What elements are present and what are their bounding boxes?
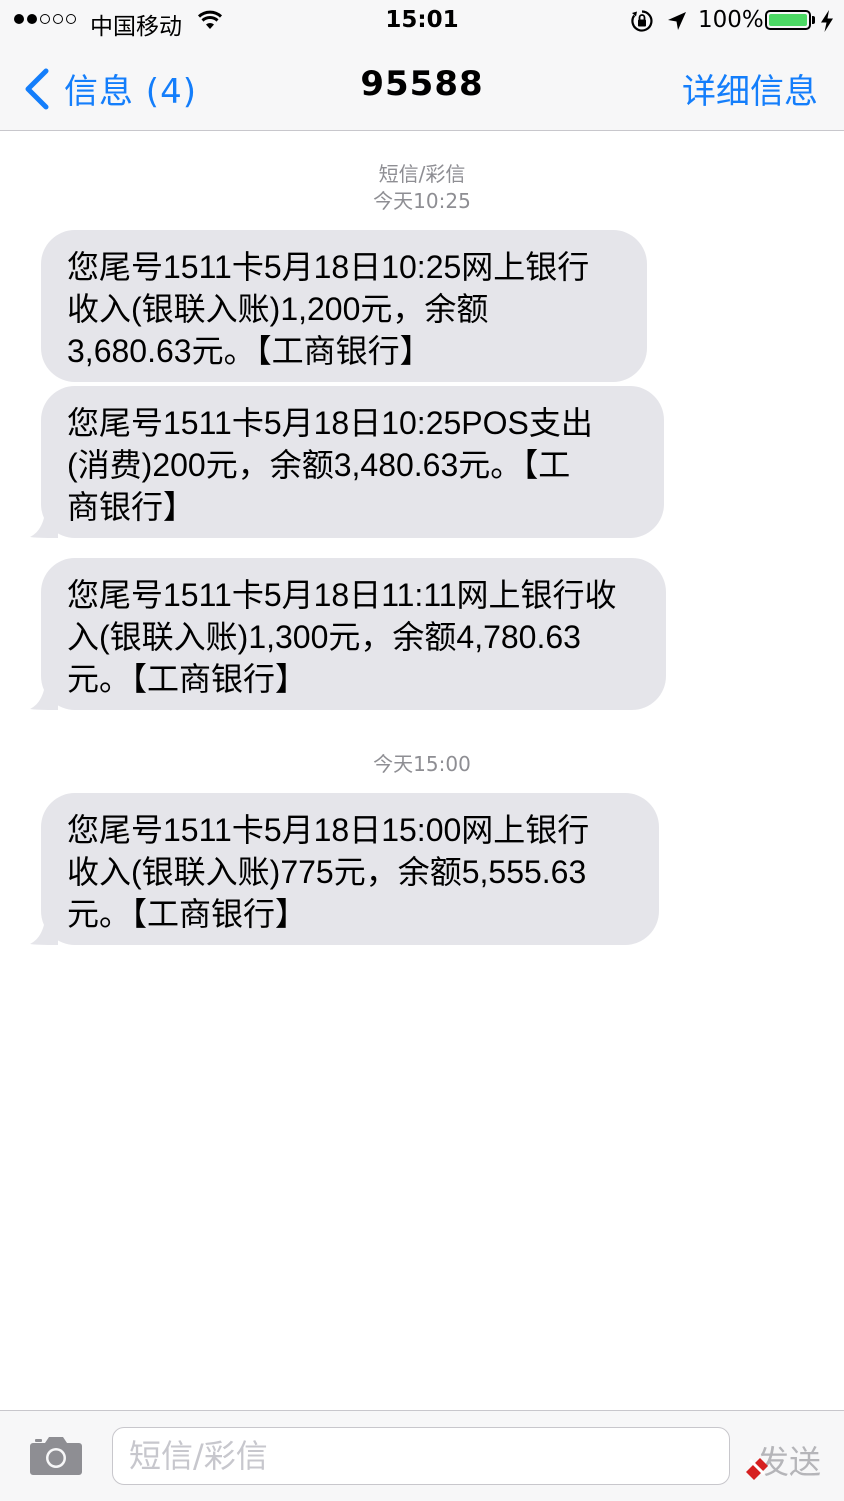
- message-line: 收入(银联入账)775元，余额5,555.63: [67, 854, 587, 890]
- message-line: 3,680.63元。【工商银行】: [67, 333, 432, 369]
- conversation-title: 95588: [360, 64, 484, 104]
- status-bar: 中国移动 15:01 100%: [0, 0, 844, 42]
- send-button[interactable]: 发送: [757, 1437, 821, 1483]
- charging-bolt-icon: [821, 10, 833, 32]
- message-line: 商银行】: [67, 489, 196, 525]
- message-bubble[interactable]: 您尾号1511卡5月18日15:00网上银行 收入(银联入账)775元，余额5,…: [41, 793, 659, 945]
- back-button-label: 信息 (4): [64, 72, 197, 112]
- message-input[interactable]: [112, 1427, 730, 1485]
- location-arrow-icon: [668, 12, 686, 30]
- message-line: 元。【工商银行】: [67, 661, 308, 697]
- battery-icon: [765, 10, 811, 30]
- message-line: 收入(银联入账)1,200元，余额: [67, 291, 489, 327]
- bubble-tail: [30, 508, 58, 538]
- navigation-bar: 信息 (4) 95588 详细信息: [0, 42, 844, 131]
- message-line: 元。【工商银行】: [67, 896, 308, 932]
- message-bubble[interactable]: 您尾号1511卡5月18日10:25网上银行 收入(银联入账)1,200元，余额…: [41, 230, 647, 382]
- details-button[interactable]: 详细信息: [682, 64, 818, 113]
- message-bubble[interactable]: 您尾号1511卡5月18日10:25POS支出 (消费)200元，余额3,480…: [41, 386, 664, 538]
- message-line: 您尾号1511卡5月18日15:00网上银行: [67, 812, 590, 848]
- orientation-lock-icon: [631, 10, 653, 32]
- message-line: (消费)200元，余额3,480.63元。【工: [67, 447, 571, 483]
- message-line: 您尾号1511卡5月18日11:11网上银行收: [67, 577, 617, 613]
- timestamp: 今天15:00: [373, 752, 471, 776]
- message-line: 您尾号1511卡5月18日10:25POS支出: [67, 405, 593, 441]
- chevron-left-icon: [25, 68, 49, 109]
- bubble-tail: [30, 915, 58, 945]
- message-line: 入(银联入账)1,300元，余额4,780.63: [67, 619, 581, 655]
- timestamp: 今天10:25: [373, 189, 471, 213]
- battery-cap: [812, 16, 815, 24]
- message-line: 您尾号1511卡5月18日10:25网上银行: [67, 249, 590, 285]
- bubble-tail: [30, 680, 58, 710]
- camera-icon[interactable]: [30, 1435, 82, 1475]
- battery-percentage: 100%: [698, 7, 764, 33]
- message-type-label: 短信/彩信: [378, 162, 466, 186]
- message-bubble[interactable]: 您尾号1511卡5月18日11:11网上银行收 入(银联入账)1,300元，余额…: [41, 558, 666, 710]
- back-button[interactable]: 信息 (4): [24, 64, 197, 113]
- compose-bar: 发送: [0, 1410, 844, 1501]
